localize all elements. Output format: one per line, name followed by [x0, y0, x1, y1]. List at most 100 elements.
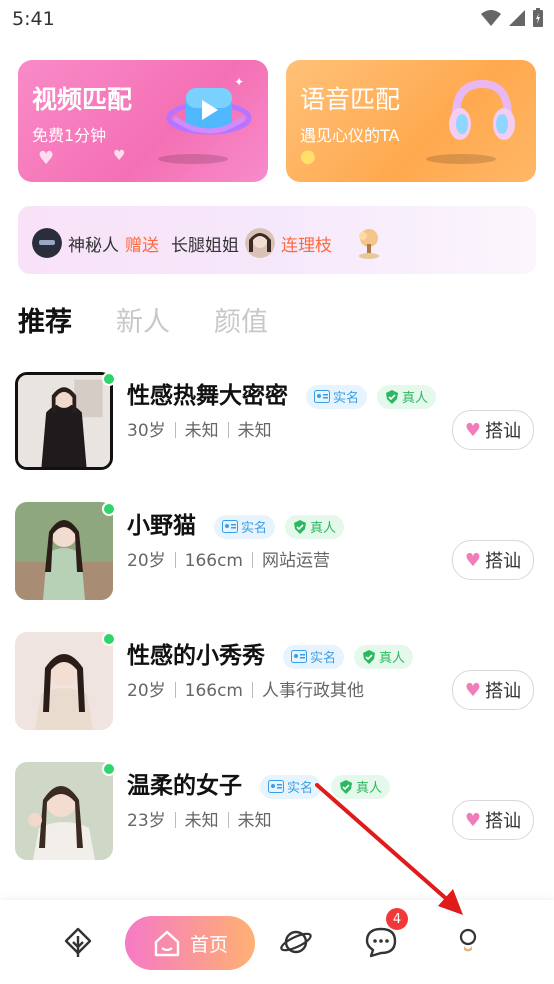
verified-badge: 真人: [285, 514, 345, 539]
verified-badge-label: 真人: [379, 651, 406, 666]
list-item[interactable]: 小野猫 实名 真人 20岁 166cm 网站运营 ♥ 搭讪: [0, 490, 554, 620]
receiver-avatar: [245, 228, 275, 258]
user-name: 小野猫: [127, 513, 196, 539]
greet-button[interactable]: ♥ 搭讪: [452, 670, 534, 710]
verified-badge: 真人: [377, 384, 437, 409]
nav-message-icon[interactable]: [364, 926, 398, 958]
nav-discover-icon[interactable]: [62, 926, 94, 958]
divider: [227, 812, 229, 828]
divider: [174, 812, 176, 828]
online-indicator: [102, 502, 116, 516]
shield-check-icon: [294, 519, 307, 534]
voice-match-card[interactable]: 语音匹配 遇见心仪的TA ●: [286, 60, 536, 182]
avatar[interactable]: [15, 372, 113, 470]
divider: [252, 552, 253, 568]
user-job: 未知: [237, 421, 272, 441]
user-age: 23岁: [127, 811, 166, 831]
divider: [174, 422, 176, 438]
user-name-line: 温柔的女子 实名 真人: [127, 766, 391, 800]
nav-planet-icon[interactable]: [279, 926, 313, 958]
id-card-icon: [222, 520, 239, 533]
avatar[interactable]: [15, 502, 113, 600]
shield-check-icon: [340, 779, 353, 794]
card-shadow: [426, 154, 496, 164]
status-icons: [480, 8, 544, 28]
user-info: 20岁 166cm 人事行政其他: [127, 676, 364, 701]
id-card-icon: [268, 780, 285, 793]
real-name-badge-label: 实名: [241, 521, 268, 536]
user-info: 20岁 166cm 网站运营: [127, 546, 330, 571]
id-card-icon: [291, 650, 308, 663]
gift-broadcast-row: 神秘人 赠送 长腿姐姐 连理枝: [32, 226, 386, 260]
user-job: 人事行政其他: [262, 681, 364, 701]
list-item[interactable]: 温柔的女子 实名 真人 23岁 未知 未知 ♥ 搭讪: [0, 750, 554, 880]
greet-button[interactable]: ♥ 搭讪: [452, 800, 534, 840]
list-item[interactable]: 性感的小秀秀 实名 真人 20岁 166cm 人事行政其他 ♥ 搭讪: [0, 620, 554, 750]
gift-name: 连理枝: [281, 235, 332, 256]
heart-icon: ♥: [464, 679, 482, 701]
gift-sender: 神秘人: [68, 235, 119, 256]
category-tabs: 推荐 新人 颜值: [18, 300, 268, 339]
user-list: 性感热舞大密密 实名 真人 30岁 未知 未知 ♥ 搭讪 小野猫 实名 真人 2…: [0, 360, 554, 880]
heart-icon: ♥: [464, 549, 482, 571]
greet-button-label: 搭讪: [485, 551, 522, 572]
bottom-nav: 首页: [0, 900, 554, 984]
avatar[interactable]: [15, 762, 113, 860]
user-name: 性感热舞大密密: [127, 383, 288, 409]
divider: [174, 682, 176, 698]
heart-icon: ♥: [464, 419, 482, 441]
badge-group: 实名 真人: [260, 774, 391, 799]
heart-deco-icon: ♥: [113, 148, 126, 164]
nav-profile-icon[interactable]: [456, 926, 480, 954]
badge-group: 实名 真人: [214, 514, 345, 539]
home-icon: [154, 930, 180, 957]
tab-looks[interactable]: 颜值: [214, 300, 268, 339]
greet-button-label: 搭讪: [485, 681, 522, 702]
status-time: 5:41: [12, 8, 55, 30]
badge-group: 实名 真人: [306, 384, 437, 409]
gift-broadcast-banner[interactable]: 神秘人 赠送 长腿姐姐 连理枝: [18, 206, 536, 274]
greet-button-label: 搭讪: [485, 421, 522, 442]
user-info: 30岁 未知 未知: [127, 416, 272, 441]
tab-recommend[interactable]: 推荐: [18, 300, 72, 339]
user-name: 温柔的女子: [127, 773, 242, 799]
nav-home-label: 首页: [189, 933, 228, 956]
real-name-badge: 实名: [283, 644, 345, 669]
online-indicator: [102, 762, 116, 776]
user-height: 166cm: [184, 681, 243, 701]
heart-icon: ♥: [464, 809, 482, 831]
mystery-user-avatar: [32, 228, 62, 258]
avatar[interactable]: [15, 632, 113, 730]
real-name-badge-label: 实名: [287, 781, 314, 796]
user-name-line: 性感热舞大密密 实名 真人: [127, 376, 437, 410]
real-name-badge-label: 实名: [333, 391, 360, 406]
tab-newcomers[interactable]: 新人: [116, 300, 170, 339]
video-camera-icon: ✦: [166, 75, 252, 135]
user-height: 166cm: [184, 551, 243, 571]
id-card-icon: [314, 390, 331, 403]
gift-receiver: 长腿姐姐: [171, 235, 239, 256]
video-match-subtitle: 免费1分钟: [32, 126, 107, 145]
video-match-card[interactable]: 视频匹配 免费1分钟 ♥ ♥ ✦: [18, 60, 268, 182]
user-job: 网站运营: [262, 551, 330, 571]
greet-button[interactable]: ♥ 搭讪: [452, 540, 534, 580]
divider: [174, 552, 176, 568]
user-name-line: 性感的小秀秀 实名 真人: [127, 636, 414, 670]
gift-tree-icon: [359, 229, 379, 259]
user-name-line: 小野猫 实名 真人: [127, 506, 345, 540]
signal-icon: [509, 10, 525, 26]
badge-group: 实名 真人: [283, 644, 414, 669]
shield-check-icon: [363, 649, 376, 664]
nav-home-button[interactable]: 首页: [125, 916, 255, 970]
heart-deco-icon: ●: [300, 146, 316, 167]
verified-badge-label: 真人: [402, 391, 429, 406]
list-item[interactable]: 性感热舞大密密 实名 真人 30岁 未知 未知 ♥ 搭讪: [0, 360, 554, 490]
real-name-badge: 实名: [306, 384, 368, 409]
greet-button[interactable]: ♥ 搭讪: [452, 410, 534, 450]
headphones-icon: [449, 79, 515, 140]
online-indicator: [102, 632, 116, 646]
real-name-badge: 实名: [260, 774, 322, 799]
divider: [227, 422, 229, 438]
user-height: 未知: [184, 811, 219, 831]
user-age: 20岁: [127, 551, 166, 571]
